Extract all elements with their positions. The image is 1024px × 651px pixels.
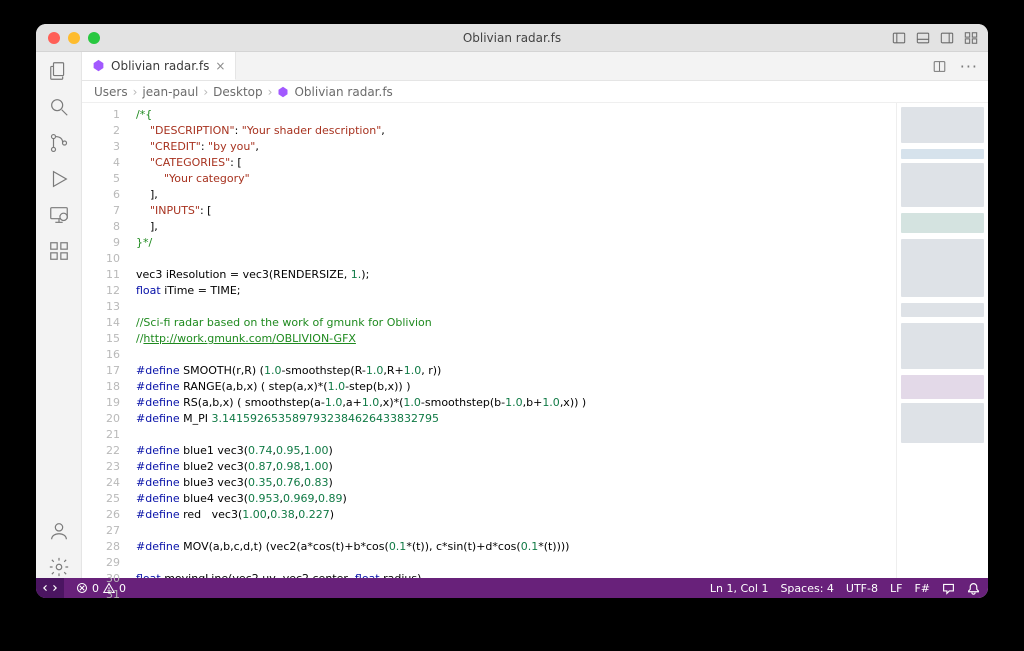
code-line[interactable]: #define blue1 vec3(0.74,0.95,1.00) <box>136 443 896 459</box>
breadcrumbs[interactable]: Users › jean-paul › Desktop › Oblivian rada… <box>82 81 988 103</box>
code-line[interactable]: float movingLine(vec2 uv, vec2 center, f… <box>136 571 896 578</box>
code-line[interactable]: ], <box>136 219 896 235</box>
close-window-icon[interactable] <box>48 32 60 44</box>
files-icon[interactable] <box>48 60 70 82</box>
editor-body: Oblivian radar.fs × ··· Users › jean-paul… <box>36 52 988 578</box>
code-line[interactable]: #define M_PI 3.1415926535897932384626433… <box>136 411 896 427</box>
chevron-right-icon: › <box>268 85 273 99</box>
code-line[interactable]: #define SMOOTH(r,R) (1.0-smoothstep(R-1.… <box>136 363 896 379</box>
bell-icon[interactable] <box>967 582 980 595</box>
indentation-status[interactable]: Spaces: 4 <box>780 582 833 595</box>
source-control-icon[interactable] <box>48 132 70 154</box>
settings-gear-icon[interactable] <box>48 556 70 578</box>
code-line[interactable]: #define RANGE(a,b,x) ( step(a,x)*(1.0-st… <box>136 379 896 395</box>
remote-explorer-icon[interactable] <box>48 204 70 226</box>
layout-panel-icon[interactable] <box>916 31 930 45</box>
language-mode[interactable]: F# <box>914 582 930 595</box>
code-line[interactable]: //http://work.gmunk.com/OBLIVION-GFX <box>136 331 896 347</box>
code-line[interactable]: }*/ <box>136 235 896 251</box>
cursor-position[interactable]: Ln 1, Col 1 <box>710 582 769 595</box>
breadcrumb-segment[interactable]: Desktop <box>213 85 263 99</box>
activity-bar <box>36 52 82 578</box>
status-bar: 0 0 Ln 1, Col 1 Spaces: 4 UTF-8 LF F# <box>36 578 988 598</box>
code-line[interactable]: /*{ <box>136 107 896 123</box>
titlebar-layout-controls <box>892 31 978 45</box>
remote-indicator[interactable] <box>36 578 64 598</box>
code-line[interactable]: "CATEGORIES": [ <box>136 155 896 171</box>
line-number-gutter: 1234567891011121314151617181920212223242… <box>82 103 130 578</box>
code-editor[interactable]: 1234567891011121314151617181920212223242… <box>82 103 988 578</box>
extensions-icon[interactable] <box>48 240 70 262</box>
eol-status[interactable]: LF <box>890 582 902 595</box>
tab-oblivian-radar[interactable]: Oblivian radar.fs × <box>82 52 236 80</box>
window-title: Oblivian radar.fs <box>36 24 988 51</box>
run-debug-icon[interactable] <box>48 168 70 190</box>
traffic-lights <box>36 32 100 44</box>
code-line[interactable] <box>136 347 896 363</box>
feedback-icon[interactable] <box>942 582 955 595</box>
editor-tabs: Oblivian radar.fs × ··· <box>82 52 988 81</box>
minimize-window-icon[interactable] <box>68 32 80 44</box>
code-line[interactable]: "CREDIT": "by you", <box>136 139 896 155</box>
editor-main: Oblivian radar.fs × ··· Users › jean-paul… <box>82 52 988 578</box>
search-icon[interactable] <box>48 96 70 118</box>
titlebar: Oblivian radar.fs <box>36 24 988 52</box>
encoding-status[interactable]: UTF-8 <box>846 582 878 595</box>
accounts-icon[interactable] <box>48 520 70 542</box>
code-line[interactable]: #define RS(a,b,x) ( smoothstep(a-1.0,a+1… <box>136 395 896 411</box>
file-glsl-icon <box>277 86 289 98</box>
code-line[interactable]: float iTime = TIME; <box>136 283 896 299</box>
code-line[interactable]: "Your category" <box>136 171 896 187</box>
minimap[interactable] <box>896 103 988 578</box>
warning-count: 0 <box>119 582 126 595</box>
breadcrumb-segment[interactable]: jean-paul <box>142 85 198 99</box>
chevron-right-icon: › <box>133 85 138 99</box>
zoom-window-icon[interactable] <box>88 32 100 44</box>
code-line[interactable]: "DESCRIPTION": "Your shader description"… <box>136 123 896 139</box>
code-line[interactable]: "INPUTS": [ <box>136 203 896 219</box>
code-line[interactable]: vec3 iResolution = vec3(RENDERSIZE, 1.); <box>136 267 896 283</box>
close-tab-icon[interactable]: × <box>215 59 225 73</box>
window-root: Oblivian radar.fs Ob <box>36 24 988 598</box>
more-icon[interactable]: ··· <box>960 57 978 76</box>
split-editor-icon[interactable] <box>933 60 946 73</box>
code-area[interactable]: /*{ "DESCRIPTION": "Your shader descript… <box>130 103 896 578</box>
code-line[interactable]: #define blue3 vec3(0.35,0.76,0.83) <box>136 475 896 491</box>
remote-icon <box>43 581 57 595</box>
code-line[interactable]: ], <box>136 187 896 203</box>
tab-label: Oblivian radar.fs <box>111 59 209 73</box>
code-line[interactable] <box>136 555 896 571</box>
breadcrumb-segment[interactable]: Users <box>94 85 128 99</box>
chevron-right-icon: › <box>203 85 208 99</box>
code-line[interactable]: #define blue2 vec3(0.87,0.98,1.00) <box>136 459 896 475</box>
code-line[interactable]: #define blue4 vec3(0.953,0.969,0.89) <box>136 491 896 507</box>
breadcrumb-segment[interactable]: Oblivian radar.fs <box>294 85 392 99</box>
code-line[interactable] <box>136 427 896 443</box>
code-line[interactable]: #define MOV(a,b,c,d,t) (vec2(a*cos(t)+b*… <box>136 539 896 555</box>
layout-sidebar-left-icon[interactable] <box>892 31 906 45</box>
customize-layout-icon[interactable] <box>964 31 978 45</box>
code-line[interactable] <box>136 523 896 539</box>
layout-sidebar-right-icon[interactable] <box>940 31 954 45</box>
code-line[interactable] <box>136 299 896 315</box>
file-glsl-icon <box>92 59 105 72</box>
code-line[interactable]: #define red vec3(1.00,0.38,0.227) <box>136 507 896 523</box>
code-line[interactable] <box>136 251 896 267</box>
code-line[interactable]: //Sci-fi radar based on the work of gmun… <box>136 315 896 331</box>
